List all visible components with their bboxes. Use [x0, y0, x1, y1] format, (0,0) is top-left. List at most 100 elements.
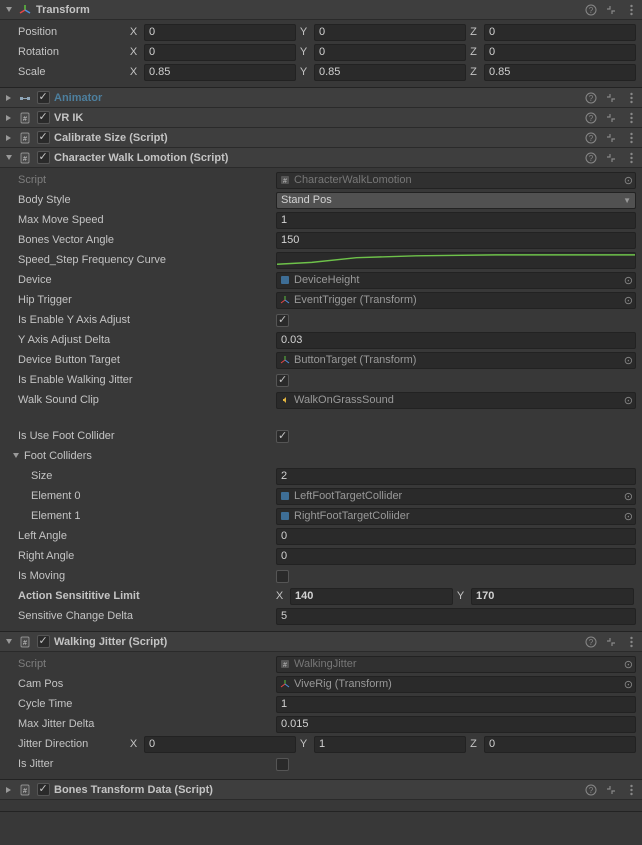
object-picker-icon[interactable]: ⊙ — [619, 490, 633, 503]
preset-icon[interactable] — [604, 131, 618, 145]
is-moving-checkbox[interactable] — [276, 570, 289, 583]
right-angle-input[interactable] — [276, 548, 636, 565]
position-z-input[interactable] — [484, 24, 636, 41]
jitter-dir-x-input[interactable] — [144, 736, 296, 753]
menu-icon[interactable] — [624, 111, 638, 125]
enable-walking-jitter-checkbox[interactable] — [276, 374, 289, 387]
svg-text:#: # — [283, 662, 287, 669]
foot-colliders-foldout[interactable]: Foot Colliders — [6, 446, 636, 466]
position-y-input[interactable] — [314, 24, 466, 41]
calibrate-header[interactable]: # Calibrate Size (Script) ? — [0, 128, 642, 148]
action-sensitive-x-input[interactable] — [290, 588, 453, 605]
scale-y-input[interactable] — [314, 64, 466, 81]
left-angle-input[interactable] — [276, 528, 636, 545]
foldout-icon[interactable] — [4, 93, 14, 103]
component-title[interactable]: Animator — [54, 92, 584, 104]
action-sensitive-limit-label: Action Sensititive Limit — [6, 590, 274, 602]
position-x-input[interactable] — [144, 24, 296, 41]
bones-transform-header[interactable]: # Bones Transform Data (Script) ? — [0, 780, 642, 800]
menu-icon[interactable] — [624, 3, 638, 17]
object-picker-icon[interactable]: ⊙ — [619, 354, 633, 367]
preset-icon[interactable] — [604, 783, 618, 797]
help-icon[interactable]: ? — [584, 635, 598, 649]
device-button-target-field[interactable]: ButtonTarget (Transform)⊙ — [276, 352, 636, 369]
foldout-icon[interactable] — [4, 5, 14, 15]
object-picker-icon[interactable]: ⊙ — [619, 678, 633, 691]
cam-pos-field[interactable]: ViveRig (Transform)⊙ — [276, 676, 636, 693]
preset-icon[interactable] — [604, 151, 618, 165]
foldout-icon[interactable] — [4, 113, 14, 123]
preset-icon[interactable] — [604, 111, 618, 125]
foot-colliders-size-label: Size — [6, 470, 276, 482]
bones-enabled-checkbox[interactable] — [37, 783, 50, 796]
menu-icon[interactable] — [624, 635, 638, 649]
menu-icon[interactable] — [624, 131, 638, 145]
help-icon[interactable]: ? — [584, 111, 598, 125]
script-icon: # — [18, 783, 32, 797]
help-icon[interactable]: ? — [584, 3, 598, 17]
y-adjust-delta-input[interactable] — [276, 332, 636, 349]
walk-enabled-checkbox[interactable] — [37, 151, 50, 164]
calibrate-enabled-checkbox[interactable] — [37, 131, 50, 144]
rotation-y-input[interactable] — [314, 44, 466, 61]
help-icon[interactable]: ? — [584, 151, 598, 165]
object-picker-icon[interactable]: ⊙ — [619, 394, 633, 407]
rotation-z-input[interactable] — [484, 44, 636, 61]
svg-text:?: ? — [589, 154, 594, 163]
transform-header[interactable]: Transform ? — [0, 0, 642, 20]
vrik-header[interactable]: # VR IK ? — [0, 108, 642, 128]
cycle-time-input[interactable] — [276, 696, 636, 713]
object-picker-icon[interactable]: ⊙ — [619, 510, 633, 523]
speed-curve-field[interactable] — [276, 252, 636, 269]
help-icon[interactable]: ? — [584, 131, 598, 145]
right-angle-label: Right Angle — [6, 550, 276, 562]
max-move-speed-input[interactable] — [276, 212, 636, 229]
help-icon[interactable]: ? — [584, 91, 598, 105]
foldout-icon[interactable] — [12, 452, 22, 460]
walk-lomotion-header[interactable]: # Character Walk Lomotion (Script) ? — [0, 148, 642, 168]
foldout-icon[interactable] — [4, 153, 14, 163]
help-icon[interactable]: ? — [584, 783, 598, 797]
component-title: Character Walk Lomotion (Script) — [54, 152, 584, 164]
hip-trigger-field[interactable]: EventTrigger (Transform)⊙ — [276, 292, 636, 309]
bones-vector-angle-input[interactable] — [276, 232, 636, 249]
enable-y-adjust-checkbox[interactable] — [276, 314, 289, 327]
object-picker-icon: ⊙ — [619, 174, 633, 187]
foot-colliders-size-input[interactable] — [276, 468, 636, 485]
foldout-icon[interactable] — [4, 133, 14, 143]
preset-icon[interactable] — [604, 635, 618, 649]
preset-icon[interactable] — [604, 3, 618, 17]
device-field[interactable]: DeviceHeight⊙ — [276, 272, 636, 289]
walk-sound-field[interactable]: WalkOnGrassSound⊙ — [276, 392, 636, 409]
max-jitter-delta-input[interactable] — [276, 716, 636, 733]
jitter-dir-y-input[interactable] — [314, 736, 466, 753]
jitter-dir-z-input[interactable] — [484, 736, 636, 753]
menu-icon[interactable] — [624, 91, 638, 105]
object-picker-icon: ⊙ — [619, 658, 633, 671]
svg-text:#: # — [283, 178, 287, 185]
scale-x-input[interactable] — [144, 64, 296, 81]
use-foot-collider-checkbox[interactable] — [276, 430, 289, 443]
foldout-icon[interactable] — [4, 785, 14, 795]
element-1-field[interactable]: RightFootTargetColiider⊙ — [276, 508, 636, 525]
sensitive-change-delta-input[interactable] — [276, 608, 636, 625]
preset-icon[interactable] — [604, 91, 618, 105]
vrik-enabled-checkbox[interactable] — [37, 111, 50, 124]
action-sensitive-y-input[interactable] — [471, 588, 634, 605]
body-style-dropdown[interactable]: Stand Pos▼ — [276, 192, 636, 209]
animator-enabled-checkbox[interactable] — [37, 91, 50, 104]
animator-header[interactable]: Animator ? — [0, 88, 642, 108]
menu-icon[interactable] — [624, 783, 638, 797]
walking-jitter-header[interactable]: # Walking Jitter (Script) ? — [0, 632, 642, 652]
object-picker-icon[interactable]: ⊙ — [619, 274, 633, 287]
rotation-x-input[interactable] — [144, 44, 296, 61]
svg-text:?: ? — [589, 114, 594, 123]
is-jitter-checkbox[interactable] — [276, 758, 289, 771]
enable-walking-jitter-label: Is Enable Walking Jitter — [6, 374, 276, 386]
jitter-enabled-checkbox[interactable] — [37, 635, 50, 648]
element-0-field[interactable]: LeftFootTargetCollider⊙ — [276, 488, 636, 505]
foldout-icon[interactable] — [4, 637, 14, 647]
scale-z-input[interactable] — [484, 64, 636, 81]
object-picker-icon[interactable]: ⊙ — [619, 294, 633, 307]
menu-icon[interactable] — [624, 151, 638, 165]
